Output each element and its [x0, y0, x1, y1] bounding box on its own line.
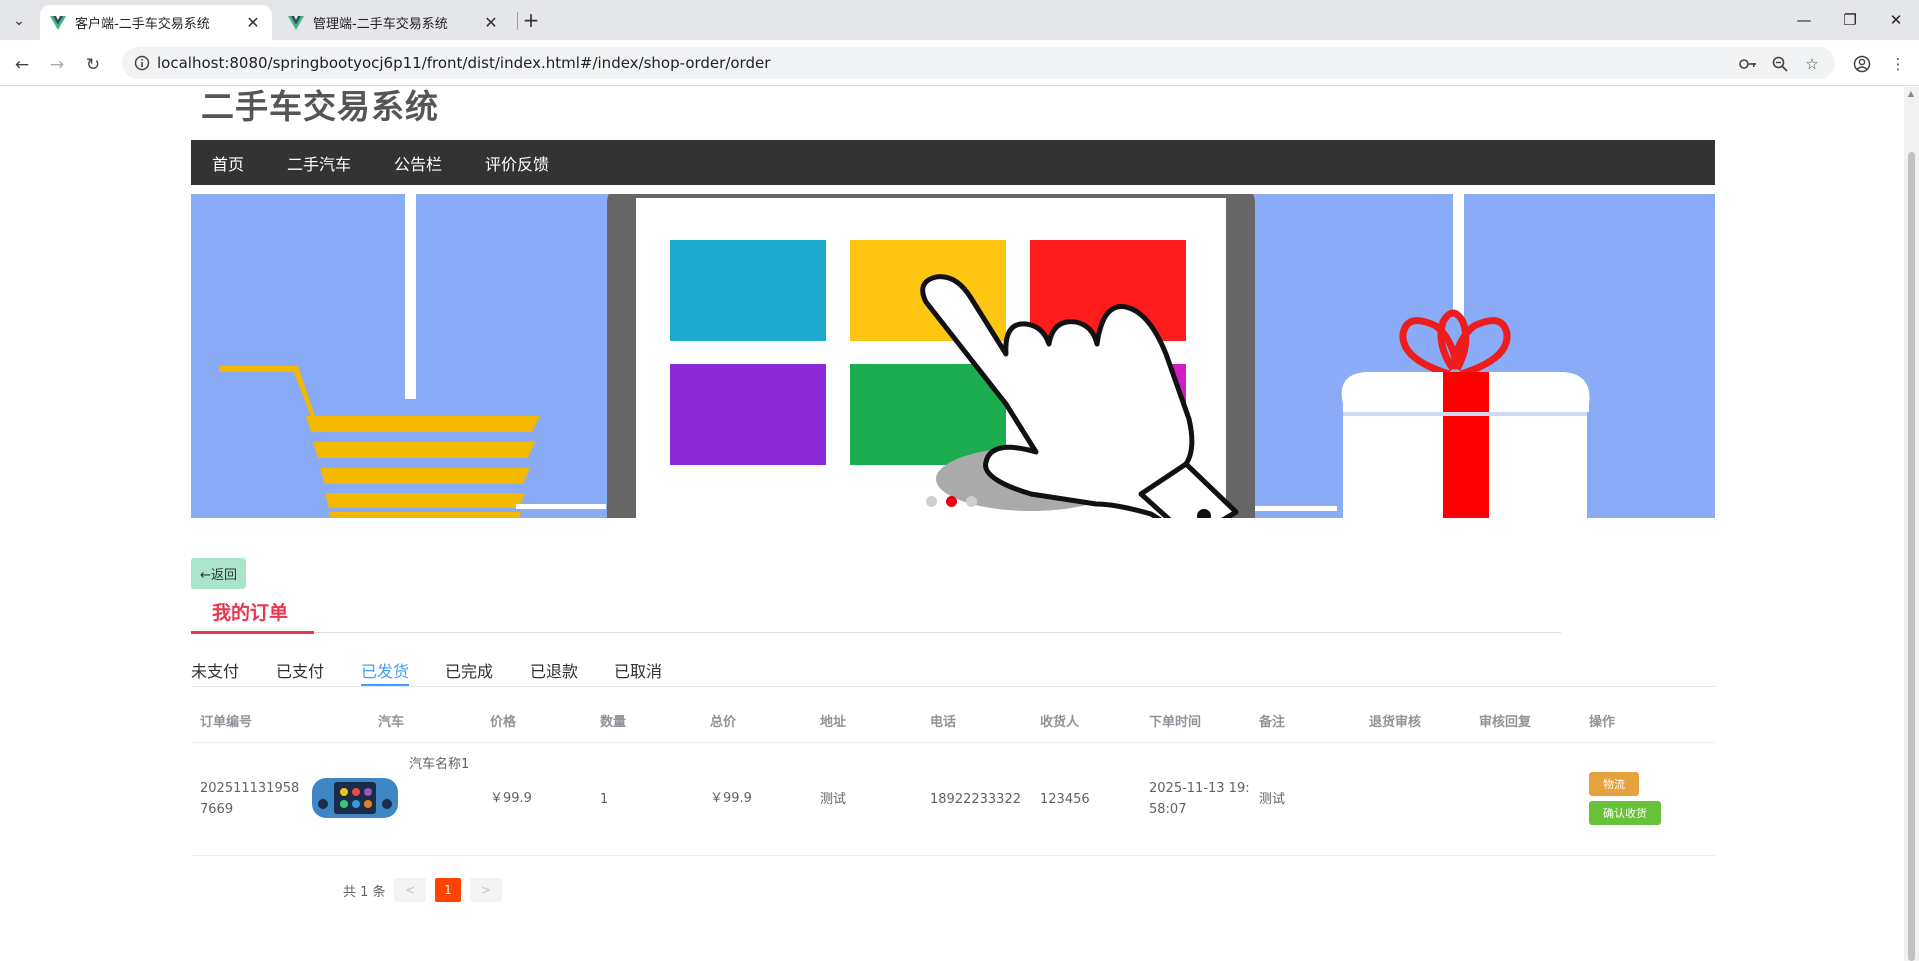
- address: 测试: [820, 792, 847, 807]
- tab-refunded[interactable]: 已退款: [530, 658, 578, 682]
- tab-title: 客户端-二手车交易系统: [75, 17, 210, 32]
- column-header: 收货人: [1040, 715, 1080, 730]
- active-tab-indicator: [361, 684, 409, 686]
- banner-image: [191, 194, 1715, 518]
- key-icon[interactable]: [1736, 52, 1760, 76]
- tabs-divider: [191, 686, 1715, 687]
- profile-icon[interactable]: [1850, 52, 1874, 76]
- column-header: 总价: [710, 715, 737, 730]
- tab-shipped[interactable]: 已发货: [361, 658, 409, 682]
- column-header: 订单编号: [200, 715, 253, 730]
- total-price: ￥99.9: [710, 791, 752, 806]
- tab-divider: [517, 12, 518, 30]
- main-nav: 首页 二手汽车 公告栏 评价反馈: [191, 140, 1715, 185]
- column-header: 价格: [490, 715, 517, 730]
- close-icon[interactable]: ✕: [482, 13, 500, 32]
- nav-item-notice[interactable]: 公告栏: [394, 151, 442, 175]
- carousel-dot-3[interactable]: [966, 496, 977, 507]
- column-header: 汽车: [378, 715, 405, 730]
- site-info-icon[interactable]: [132, 53, 152, 73]
- order-time: 2025-11-13 19: 58:07: [1149, 781, 1250, 817]
- column-header: 地址: [820, 715, 847, 730]
- consignee: 123456: [1040, 792, 1090, 807]
- tab-unpaid[interactable]: 未支付: [191, 658, 239, 682]
- tab-completed[interactable]: 已完成: [445, 658, 493, 682]
- phone: 18922233322: [930, 792, 1021, 807]
- column-header: 数量: [600, 715, 627, 730]
- order-number: 202511131958 7669: [200, 781, 300, 817]
- column-header: 审核回复: [1479, 715, 1532, 730]
- zoom-icon[interactable]: [1768, 52, 1792, 76]
- pagination-page-1[interactable]: 1: [435, 878, 461, 902]
- tab-paid[interactable]: 已支付: [276, 658, 324, 682]
- vue-logo-icon: [50, 15, 66, 30]
- tab-cancelled[interactable]: 已取消: [614, 658, 662, 682]
- tab-title: 管理端-二手车交易系统: [313, 17, 448, 32]
- banner-carousel[interactable]: [191, 194, 1715, 518]
- browser-tab-admin[interactable]: 管理端-二手车交易系统 ✕: [278, 5, 510, 40]
- page-title: 我的订单: [212, 602, 289, 624]
- pagination-next-button[interactable]: >: [470, 878, 502, 902]
- reload-icon[interactable]: ↻: [80, 52, 106, 78]
- column-header: 退货审核: [1369, 715, 1422, 730]
- site-title: 二手车交易系统: [201, 87, 439, 126]
- title-divider: [191, 632, 1561, 633]
- scrollbar-thumb[interactable]: [1908, 152, 1915, 961]
- carousel-dot-1[interactable]: [926, 496, 937, 507]
- tab-search-chevron-down-icon[interactable]: ⌄: [6, 8, 32, 34]
- table-row-divider: [191, 855, 1715, 856]
- url-text[interactable]: localhost:8080/springbootyocj6p11/front/…: [157, 54, 770, 72]
- column-header: 电话: [930, 715, 957, 730]
- confirm-receipt-button[interactable]: 确认收货: [1589, 801, 1661, 825]
- title-underline: [191, 631, 314, 634]
- column-header: 操作: [1589, 715, 1616, 730]
- pagination-total: 共 1 条: [343, 885, 386, 900]
- forward-arrow-icon[interactable]: →: [44, 52, 70, 78]
- car-thumbnail[interactable]: [310, 776, 400, 820]
- nav-item-used-cars[interactable]: 二手汽车: [287, 151, 351, 175]
- vue-logo-icon: [288, 15, 304, 30]
- logistics-button[interactable]: 物流: [1589, 772, 1639, 796]
- quantity: 1: [600, 792, 609, 807]
- pagination-prev-button[interactable]: <: [394, 878, 426, 902]
- car-name[interactable]: 汽车名称1: [409, 754, 469, 775]
- minimize-icon[interactable]: —: [1781, 0, 1827, 40]
- remark: 测试: [1259, 792, 1286, 807]
- nav-item-home[interactable]: 首页: [212, 151, 244, 175]
- kebab-menu-icon[interactable]: ⋮: [1886, 52, 1910, 76]
- price: ￥99.9: [490, 791, 532, 806]
- restore-icon[interactable]: ❐: [1827, 0, 1873, 40]
- table-header-divider: [191, 742, 1715, 743]
- back-arrow-icon[interactable]: ←: [9, 52, 35, 78]
- scroll-up-icon[interactable]: ▲: [1906, 90, 1916, 98]
- column-header: 备注: [1259, 715, 1286, 730]
- column-header: 下单时间: [1149, 715, 1202, 730]
- back-button[interactable]: ←返回: [191, 558, 246, 589]
- carousel-dot-2-active[interactable]: [946, 496, 957, 507]
- window-close-icon[interactable]: ✕: [1873, 0, 1919, 40]
- star-icon[interactable]: ☆: [1800, 52, 1824, 76]
- new-tab-plus-icon[interactable]: +: [519, 7, 543, 33]
- nav-item-feedback[interactable]: 评价反馈: [485, 151, 549, 175]
- close-icon[interactable]: ✕: [244, 13, 262, 32]
- browser-tab-client[interactable]: 客户端-二手车交易系统 ✕: [40, 5, 272, 40]
